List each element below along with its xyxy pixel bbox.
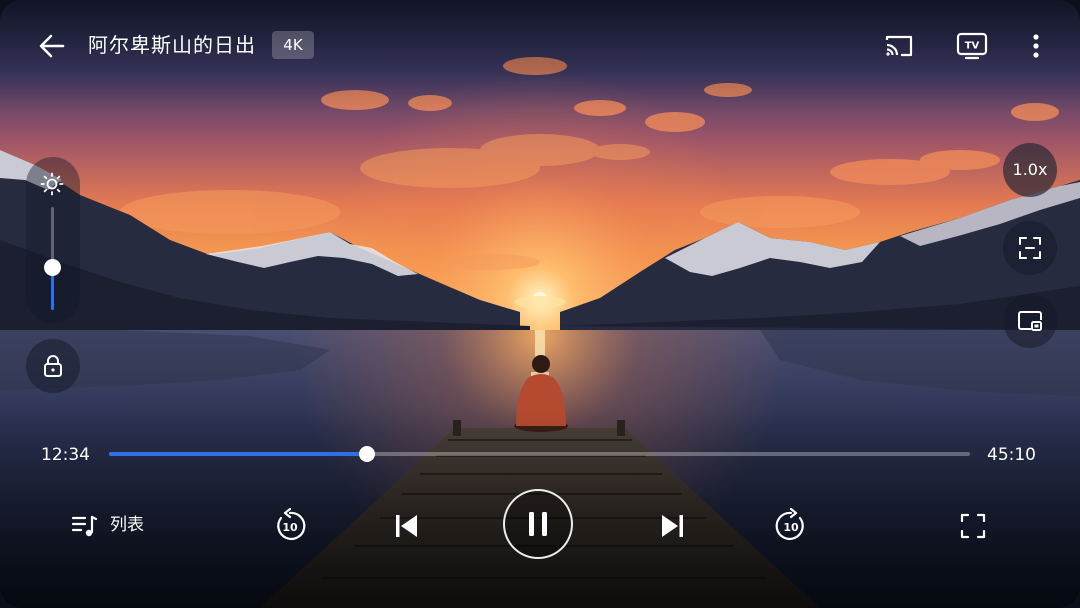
skip-next-icon xyxy=(662,515,683,537)
sun-icon xyxy=(40,172,64,196)
rewind-seconds-label: 10 xyxy=(282,521,298,534)
svg-text:TV: TV xyxy=(965,41,980,52)
pip-icon-wrap xyxy=(1016,307,1044,335)
fullscreen-icon xyxy=(960,513,986,539)
picture-in-picture-icon xyxy=(1018,311,1042,331)
rewind-10-icon: 10 xyxy=(277,508,306,541)
back-arrow-icon xyxy=(39,34,65,58)
video-title: 阿尔卑斯山的日出 xyxy=(88,33,256,57)
forward-10-button[interactable]: 10 xyxy=(771,506,811,546)
more-vertical-icon xyxy=(1033,34,1039,58)
forward-seconds-label: 10 xyxy=(783,521,799,534)
quality-badge[interactable]: 4K xyxy=(272,31,314,59)
playlist-icon xyxy=(71,515,98,537)
brightness-handle[interactable] xyxy=(44,259,61,276)
lock-icon-wrap xyxy=(40,353,66,379)
pause-icon-wrap xyxy=(523,509,553,539)
fullscreen-button[interactable] xyxy=(955,508,991,544)
forward-10-icon: 10 xyxy=(775,508,804,541)
tv-button[interactable]: TV xyxy=(952,27,992,65)
more-options-button[interactable] xyxy=(1018,28,1054,64)
rewind-10-button[interactable]: 10 xyxy=(270,506,310,546)
back-button[interactable] xyxy=(34,28,70,64)
video-player[interactable]: 阿尔卑斯山的日出 4K TV 1.0x 12:34 45:10 列表 10 10 xyxy=(0,0,1080,608)
cast-button[interactable] xyxy=(881,28,917,64)
progress-bar[interactable] xyxy=(109,446,970,462)
cast-icon xyxy=(885,35,913,57)
brightness-toggle[interactable] xyxy=(38,170,66,198)
progress-handle[interactable] xyxy=(359,446,375,462)
skip-previous-icon xyxy=(396,515,417,537)
tv-icon: TV xyxy=(956,32,988,60)
pause-icon xyxy=(529,512,547,536)
playlist-label[interactable]: 列表 xyxy=(110,514,144,536)
screenshot-icon-wrap xyxy=(1016,234,1044,262)
total-time: 45:10 xyxy=(987,445,1036,465)
progress-played xyxy=(109,452,367,456)
previous-button[interactable] xyxy=(388,508,424,544)
playback-speed-button[interactable]: 1.0x xyxy=(1003,143,1057,197)
screenshot-icon xyxy=(1019,237,1041,259)
next-button[interactable] xyxy=(655,508,691,544)
elapsed-time: 12:34 xyxy=(41,445,90,465)
lock-icon xyxy=(44,355,62,377)
